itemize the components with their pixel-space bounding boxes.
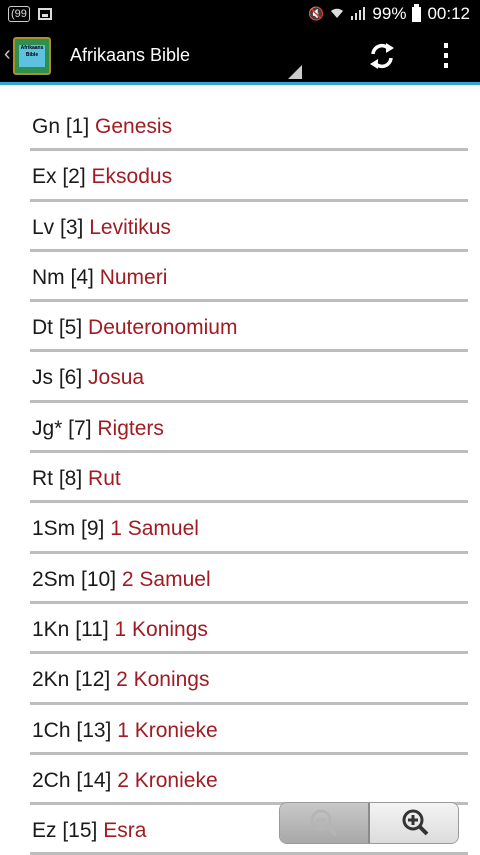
book-row[interactable]: 1Sm [9] 1 Samuel xyxy=(30,503,468,554)
overflow-menu-button[interactable] xyxy=(436,39,456,73)
book-name: 2 Samuel xyxy=(121,567,211,591)
wifi-icon xyxy=(330,6,344,23)
book-row[interactable]: Rt [8] Rut xyxy=(30,453,468,504)
book-abbr: Gn [1] xyxy=(32,115,90,138)
book-name: Levitikus xyxy=(89,215,171,239)
signal-icon xyxy=(350,6,366,23)
book-abbr: Ez [15] xyxy=(32,819,98,843)
book-row[interactable]: Dt [5] Deuteronomium xyxy=(30,302,468,353)
dropdown-indicator-icon[interactable] xyxy=(288,65,302,79)
book-abbr: 1Kn [11] xyxy=(32,617,109,641)
book-row[interactable]: Js [6] Josua xyxy=(30,352,468,403)
book-name: Esra xyxy=(103,819,147,843)
image-notification-icon xyxy=(37,8,52,20)
book-list: Gn [1] Genesis Ex [2] Eksodus Lv [3] Lev… xyxy=(30,101,468,855)
mute-icon: 🔇 xyxy=(308,6,325,21)
book-row[interactable]: 2Ch [14] 2 Kronieke xyxy=(30,755,468,806)
app-icon-label: Afrikaans Bible xyxy=(19,45,45,67)
book-abbr: Jg* [7] xyxy=(32,416,92,440)
book-name: 2 Konings xyxy=(116,668,210,692)
book-abbr: 2Ch [14] xyxy=(32,768,112,792)
overflow-menu-icon xyxy=(444,43,448,68)
book-row[interactable]: Ex [2] Eksodus xyxy=(30,151,468,202)
book-abbr: 2Sm [10] xyxy=(32,567,117,591)
book-name: Josua xyxy=(88,366,145,390)
refresh-icon xyxy=(370,43,394,69)
zoom-in-button[interactable] xyxy=(370,803,458,843)
zoom-in-icon xyxy=(402,809,429,836)
book-name: Genesis xyxy=(95,115,173,138)
book-name: Rigters xyxy=(97,416,164,440)
book-abbr: 1Ch [13] xyxy=(32,718,112,742)
book-name: Deuteronomium xyxy=(88,316,238,340)
notification-badge: (99 xyxy=(8,6,30,22)
book-row[interactable]: 2Kn [12] 2 Konings xyxy=(30,654,468,705)
book-name: 2 Kronieke xyxy=(117,768,218,792)
zoom-out-icon xyxy=(310,809,338,837)
back-chevron-icon[interactable]: ‹ xyxy=(4,43,11,66)
book-abbr: Nm [4] xyxy=(32,265,94,289)
book-name: 1 Kronieke xyxy=(117,718,218,742)
book-row[interactable]: 1Ch [13] 1 Kronieke xyxy=(30,705,468,755)
book-abbr: Lv [3] xyxy=(32,215,84,239)
book-name: 1 Samuel xyxy=(110,517,199,541)
book-name: Numeri xyxy=(99,265,168,289)
book-abbr: 2Kn [12] xyxy=(32,668,111,692)
clock: 00:12 xyxy=(427,4,470,23)
app-title[interactable]: Afrikaans Bible xyxy=(70,45,190,66)
battery-icon xyxy=(412,3,422,22)
book-name: Eksodus xyxy=(91,165,173,189)
book-name: Rut xyxy=(88,467,121,491)
book-abbr: 1Sm [9] xyxy=(32,517,105,541)
book-name: 1 Konings xyxy=(114,617,208,641)
book-row[interactable]: Jg* [7] Rigters xyxy=(30,403,468,454)
book-abbr: Dt [5] xyxy=(32,316,83,340)
book-abbr: Ex [2] xyxy=(32,165,86,189)
refresh-button[interactable] xyxy=(365,39,399,73)
zoom-out-button[interactable] xyxy=(280,803,370,843)
book-row[interactable]: 1Kn [11] 1 Konings xyxy=(30,604,468,655)
book-abbr: Js [6] xyxy=(32,366,83,390)
book-abbr: Rt [8] xyxy=(32,467,83,491)
status-bar: (99 🔇 99% 00:12 xyxy=(0,0,480,29)
battery-percent: 99% xyxy=(372,4,407,23)
app-bar: ‹ Afrikaans Bible Afrikaans Bible xyxy=(0,29,480,85)
book-row[interactable]: Gn [1] Genesis xyxy=(30,101,468,152)
book-row[interactable]: Lv [3] Levitikus xyxy=(30,202,468,252)
book-row[interactable]: Nm [4] Numeri xyxy=(30,252,468,303)
book-row[interactable]: 2Sm [10] 2 Samuel xyxy=(30,554,468,604)
app-logo-icon[interactable]: Afrikaans Bible xyxy=(13,37,51,75)
zoom-controls xyxy=(279,802,459,844)
